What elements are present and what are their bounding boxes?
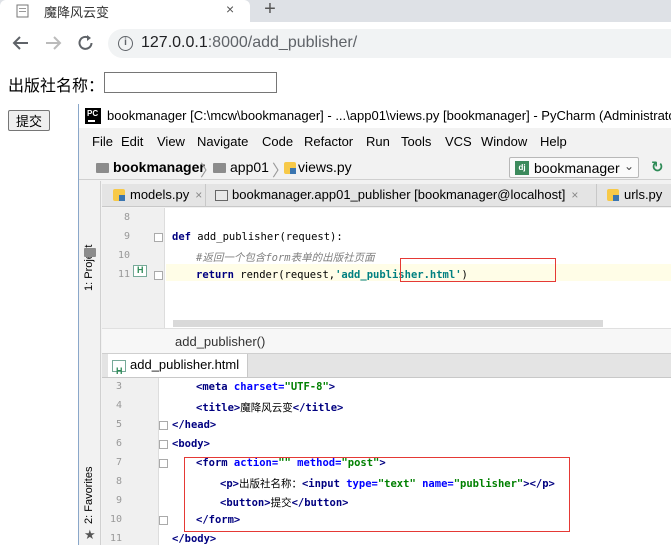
code-line-meta: <meta charset="UTF-8"> [196, 381, 336, 393]
folder-icon [213, 163, 226, 173]
ide-menu-bar: File Edit View Navigate Code Refactor Ru… [79, 130, 671, 152]
browser-tab[interactable]: 魔降风云变 × [0, 0, 250, 22]
tab-add-publisher-html[interactable]: add_publisher.html [108, 354, 248, 382]
close-icon[interactable]: × [571, 188, 578, 202]
tab-models-py[interactable]: models.py × [108, 184, 206, 207]
python-file-icon [113, 189, 125, 201]
folder-icon [96, 163, 109, 173]
browser-toolbar: i 127.0.0.1:8000/add_publisher/ [0, 22, 671, 64]
code-line-title: <title>魔降风云变</title> [196, 402, 344, 414]
pycharm-logo-icon: PC [85, 108, 101, 124]
line-gutter: 8 9 10 11 [102, 208, 165, 328]
nav-file[interactable]: views.py [298, 159, 352, 175]
fold-icon[interactable] [154, 233, 163, 242]
tab-title: 魔降风云变 [44, 5, 110, 20]
publisher-input[interactable] [104, 72, 277, 93]
horizontal-scrollbar[interactable] [173, 320, 603, 327]
highlight-box-form [184, 457, 570, 532]
navigation-bar: bookmanager 〉 app01 〉 views.py dj bookma… [79, 154, 671, 180]
fold-icon[interactable] [159, 516, 168, 525]
line-number: 4 [115, 400, 122, 411]
django-icon: dj [515, 161, 529, 175]
fold-icon[interactable] [159, 440, 168, 449]
menu-code[interactable]: Code [262, 134, 293, 149]
menu-window[interactable]: Window [481, 134, 527, 149]
run-config-label: bookmanager [534, 160, 620, 176]
chevron-down-icon: ⌄ [624, 159, 635, 173]
submit-button[interactable]: 提交 [8, 110, 50, 131]
menu-refactor[interactable]: Refactor [304, 134, 353, 149]
reload-icon[interactable] [77, 34, 95, 52]
new-tab-button[interactable]: + [258, 0, 282, 21]
line-number: 9 [123, 231, 130, 242]
line-gutter: 3 4 5 6 7 8 9 10 11 [102, 378, 168, 545]
url-host: 127.0.0.1 [141, 34, 208, 51]
line-number: 3 [115, 381, 122, 392]
code-line-comment: #返回一个包含form表单的出版社页面 [196, 252, 375, 264]
line-number: 8 [123, 212, 130, 223]
menu-view[interactable]: View [157, 134, 185, 149]
line-number: 5 [115, 419, 122, 430]
fold-icon[interactable] [154, 271, 163, 280]
editor-tabs-html: add_publisher.html [102, 354, 671, 382]
nav-app-folder[interactable]: app01 [230, 159, 269, 175]
menu-help[interactable]: Help [540, 134, 567, 149]
html-file-icon [112, 360, 126, 382]
menu-vcs[interactable]: VCS [445, 134, 472, 149]
line-number: 7 [115, 457, 122, 468]
code-breadcrumb-bar: add_publisher() [102, 328, 671, 354]
tool-window-strip: 1: Project 2: Favorites ★ [79, 181, 101, 545]
tab-urls-py[interactable]: urls.py [602, 184, 671, 207]
tab-publisher-table[interactable]: bookmanager.app01_publisher [bookmanager… [210, 184, 597, 207]
close-icon[interactable]: × [195, 188, 202, 202]
python-file-icon [284, 162, 296, 174]
code-line-body-close: </body> [172, 533, 217, 545]
breadcrumb-function[interactable]: add_publisher() [175, 334, 265, 349]
code-line-head-close: </head> [172, 419, 217, 431]
html-template-icon[interactable] [133, 265, 147, 277]
back-icon[interactable] [12, 35, 30, 51]
menu-run[interactable]: Run [366, 134, 390, 149]
fold-icon[interactable] [159, 459, 168, 468]
url-path: :8000/add_publisher/ [207, 34, 358, 51]
run-config-dropdown[interactable]: dj bookmanager ⌄ [509, 157, 639, 178]
rerun-icon[interactable]: ↻ [651, 158, 664, 176]
code-line-def: def add_publisher(request): [172, 231, 343, 243]
tab-label: models.py [130, 187, 190, 202]
publisher-name-label: 出版社名称： [8, 78, 105, 95]
line-number: 9 [115, 495, 122, 506]
line-number: 8 [115, 476, 122, 487]
url-text[interactable]: 127.0.0.1:8000/add_publisher/ [141, 34, 357, 52]
menu-file[interactable]: File [92, 134, 113, 149]
line-number: 10 [117, 250, 130, 261]
table-icon [215, 190, 228, 201]
line-number: 10 [109, 514, 122, 525]
nav-project-root[interactable]: bookmanager [113, 159, 205, 175]
forward-icon[interactable] [44, 35, 62, 51]
tab-label: urls.py [624, 187, 663, 202]
tab-close-icon[interactable]: × [226, 1, 234, 17]
tab-label: add_publisher.html [130, 357, 240, 372]
info-icon[interactable]: i [118, 36, 133, 51]
ide-title: bookmanager [C:\mcw\bookmanager] - ...\a… [107, 108, 671, 123]
ide-title-bar: PC bookmanager [C:\mcw\bookmanager] - ..… [79, 104, 671, 128]
python-file-icon [607, 189, 619, 201]
line-number: 11 [117, 269, 130, 280]
line-number: 11 [109, 533, 122, 544]
browser-tab-strip: 魔降风云变 × + [0, 0, 671, 22]
line-number: 6 [115, 438, 122, 449]
fold-icon[interactable] [159, 421, 168, 430]
page-icon [16, 4, 29, 18]
project-folder-icon [84, 248, 96, 257]
menu-edit[interactable]: Edit [121, 134, 143, 149]
editor-tabs: models.py × bookmanager.app01_publisher [… [102, 184, 671, 207]
code-editor-views[interactable]: 8 9 10 11 def add_publisher(request): #返… [102, 208, 671, 328]
code-line-body-open: <body> [172, 438, 210, 450]
tab-label: bookmanager.app01_publisher [bookmanager… [232, 187, 566, 202]
menu-tools[interactable]: Tools [401, 134, 431, 149]
highlight-box-template-name [400, 258, 556, 282]
menu-navigate[interactable]: Navigate [197, 134, 248, 149]
